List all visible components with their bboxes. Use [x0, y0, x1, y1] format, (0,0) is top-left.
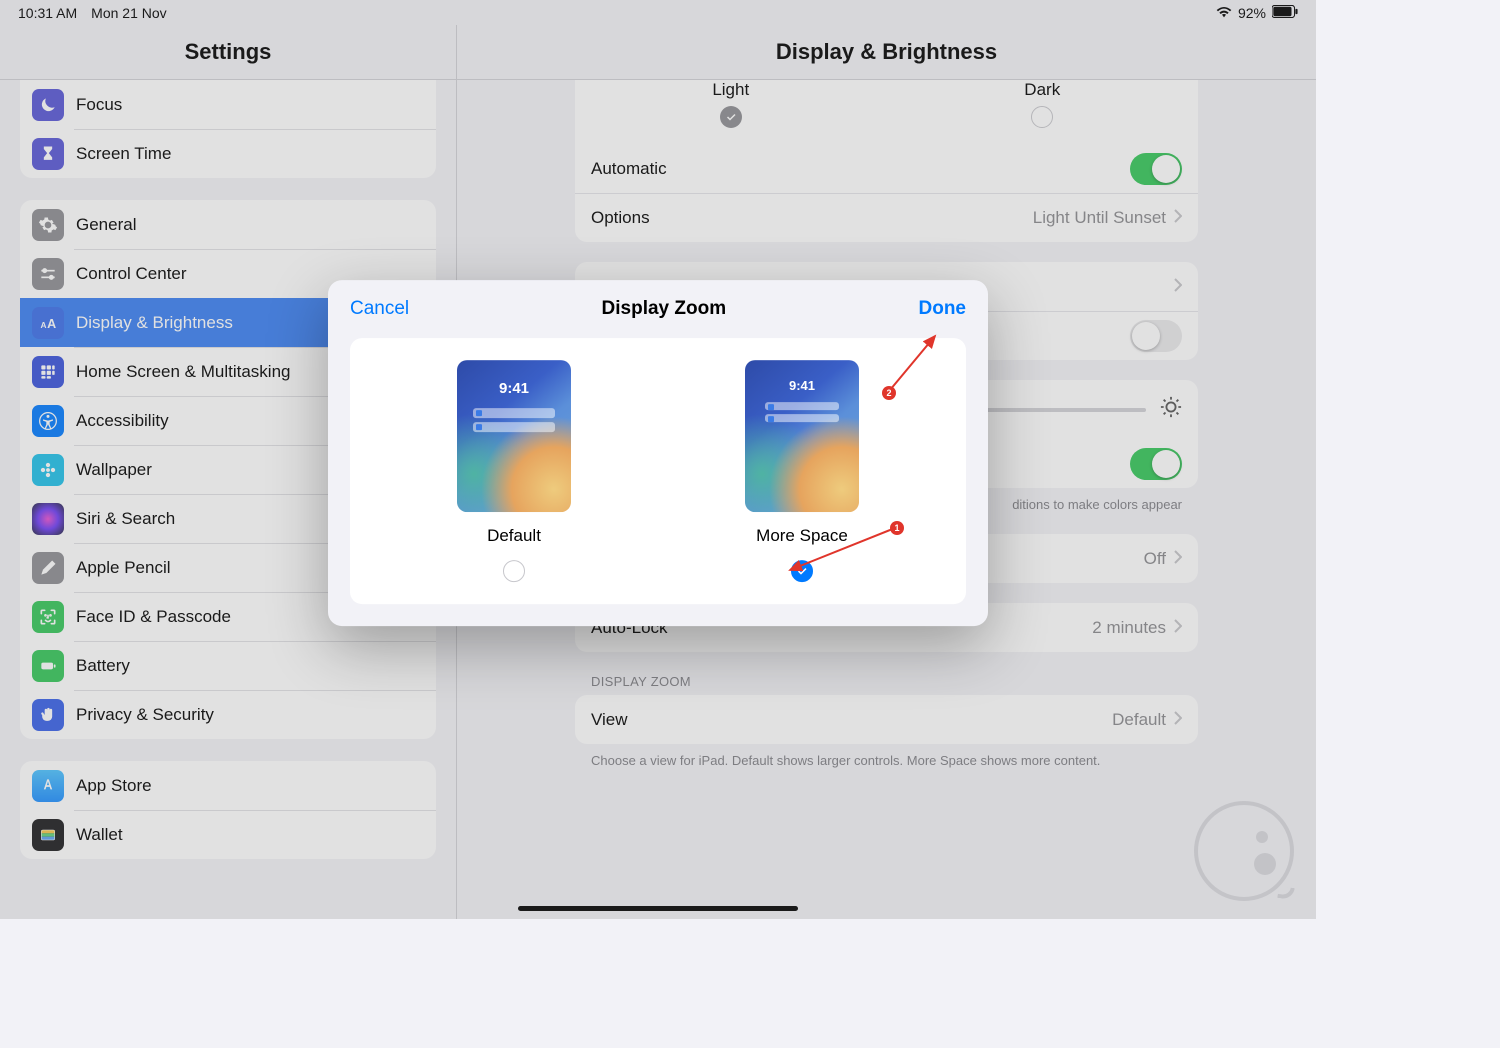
zoom-option-label: Default	[487, 526, 541, 546]
zoom-option-more-space[interactable]: 9:41 More Space	[745, 360, 859, 582]
preview-time: 9:41	[745, 378, 859, 393]
check-icon	[791, 560, 813, 582]
radio-empty-icon	[503, 560, 525, 582]
modal-title: Display Zoom	[409, 298, 918, 320]
zoom-option-label: More Space	[756, 526, 848, 546]
done-button[interactable]: Done	[919, 298, 967, 320]
annotation-badge-1: 1	[890, 521, 904, 535]
preview-more-space: 9:41	[745, 360, 859, 512]
preview-time: 9:41	[457, 380, 571, 397]
cancel-button[interactable]: Cancel	[350, 298, 409, 320]
annotation-badge-2: 2	[882, 386, 896, 400]
display-zoom-modal: Cancel Display Zoom Done 9:41 Default 9:…	[328, 280, 988, 626]
zoom-option-default[interactable]: 9:41 Default	[457, 360, 571, 582]
preview-default: 9:41	[457, 360, 571, 512]
